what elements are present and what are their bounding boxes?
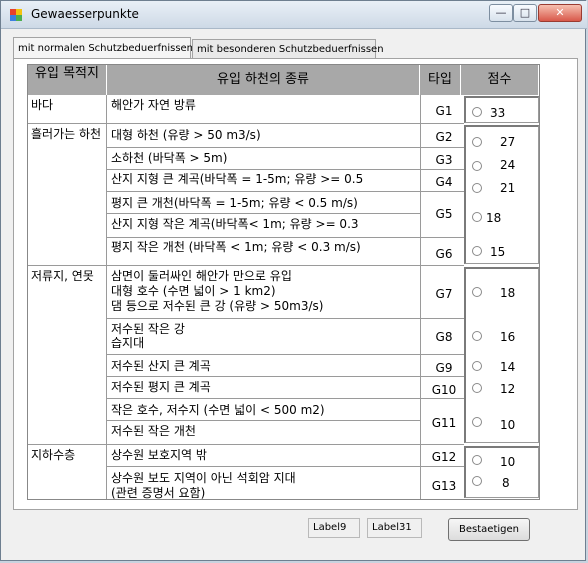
type-code: G5 [435,207,453,221]
type-code: G6 [435,247,453,261]
minimize-button[interactable]: — [489,4,513,22]
row-desc-g1: 해안가 자연 방류 [111,98,196,112]
score-radio-24[interactable] [472,161,482,171]
type-code: G11 [431,416,457,430]
row-divider [106,376,464,377]
row-divider [106,213,420,214]
score-value: 8 [502,476,510,490]
type-code: G7 [435,287,453,301]
row-desc-g11a: 작은 호수, 저수지 (수면 넓이 < 500 m2) [111,403,325,417]
score-radio-10b[interactable] [472,455,482,465]
category-divider [106,95,107,499]
row-desc-g9: 저수된 산지 큰 계곡 [111,359,211,373]
type-code: G3 [435,153,453,167]
close-icon: ✕ [555,6,565,19]
score-value: 21 [500,181,516,195]
score-value: 16 [500,330,516,344]
app-icon [10,9,22,21]
label31: Label31 [367,518,422,538]
row-divider [106,147,464,148]
score-value: 12 [500,382,516,396]
row-divider [106,318,464,319]
row-divider [28,265,464,266]
score-value: 27 [500,135,516,149]
row-desc-g8-line2: 습지대 [111,336,145,350]
confirm-button[interactable]: Bestaetigen [448,518,530,541]
score-value: 10 [500,455,516,469]
type-code: G10 [431,383,457,397]
score-radio-16[interactable] [472,331,482,341]
row-desc-g10: 저수된 평지 큰 계곡 [111,380,211,394]
row-desc-g3: 소하천 (바닥폭 > 5m) [111,151,228,165]
row-desc-g12: 상수원 보호지역 밖 [111,448,207,462]
score-value: 15 [490,245,506,259]
tab-normal-needs[interactable]: mit normalen Schutzbeduerfnissen [13,37,193,59]
row-divider [28,444,464,445]
score-radio-12[interactable] [472,383,482,393]
score-value: 18 [500,286,516,300]
score-value: 18 [486,211,502,225]
row-desc-g5b: 산지 지형 작은 계곡(바닥폭< 1m; 유량 >= 0.3 [111,217,359,231]
type-code: G13 [431,479,457,493]
row-desc-g7-line3: 댐 등으로 저수된 큰 강 (유량 > 50m3/s) [111,299,324,313]
header-score: 점수 [461,65,539,95]
main-window: Gewaesserpunkte — □ ✕ mit normalen Schut… [0,0,587,561]
water-points-table: 유입 목적지 유입 하천의 종류 타입 점수 바다 흘러가는 하천 저류지, 연… [27,64,540,500]
score-value: 10 [500,418,516,432]
maximize-button[interactable]: □ [513,4,537,22]
row-divider [106,466,464,467]
window-title: Gewaesserpunkte [31,7,139,21]
row-desc-g4: 산지 지형 큰 계곡(바닥폭 = 1-5m; 유량 >= 0.5 [111,172,364,186]
category-groundwater: 지하수층 [31,448,76,462]
row-desc-g8-line1: 저수된 작은 강 [111,322,185,336]
row-divider [106,354,464,355]
row-divider [106,398,464,399]
type-code: G1 [435,104,453,118]
row-divider [28,123,464,124]
score-radio-8[interactable] [472,476,482,486]
row-divider [106,169,464,170]
category-flowing-stream: 흘러가는 하천 [31,127,102,141]
tab-special-needs[interactable]: mit besonderen Schutzbeduerfnissen [192,39,384,59]
type-code: G9 [435,361,453,375]
score-radio-10[interactable] [472,417,482,427]
row-desc-g13-line1: 상수원 보도 지역이 아닌 석회암 지대 [111,471,296,485]
header-stream-type: 유입 하천의 종류 [107,65,420,95]
row-desc-g6: 평지 작은 개천 (바닥폭 < 1m; 유량 < 0.3 m/s) [111,240,361,254]
score-radio-27[interactable] [472,137,482,147]
row-desc-g5a: 평지 큰 개천(바닥폭 = 1-5m; 유량 < 0.5 m/s) [111,196,358,210]
row-divider [106,237,464,238]
row-desc-g11b: 저수된 작은 개천 [111,424,196,438]
row-desc-g7-line1: 삼면이 둘러싸인 해안가 만으로 유입 [111,269,292,283]
maximize-icon: □ [519,6,531,19]
type-code: G2 [435,130,453,144]
minimize-icon: — [495,6,507,19]
type-code: G8 [435,330,453,344]
category-sea: 바다 [31,98,54,112]
score-radio-18b[interactable] [472,287,482,297]
row-desc-g7-line2: 대형 호수 (수면 넓이 > 1 km2) [111,284,276,298]
type-code: G4 [435,175,453,189]
row-desc-g13-line2: (관련 증명서 요함) [111,486,206,500]
score-value: 33 [490,106,506,120]
header-destination: 유입 목적지 [28,65,107,95]
title-bar[interactable]: Gewaesserpunkte — □ ✕ [1,1,587,29]
row-divider [106,191,464,192]
score-radio-21[interactable] [472,183,482,193]
score-radio-18[interactable] [472,212,482,222]
score-value: 24 [500,158,516,172]
score-group-groundwater [464,446,539,498]
close-button[interactable]: ✕ [538,4,582,22]
score-radio-15[interactable] [472,246,482,256]
row-desc-g2: 대형 하천 (유량 > 50 m3/s) [111,128,261,142]
score-radio-14[interactable] [472,361,482,371]
label9: Label9 [308,518,360,538]
score-value: 14 [500,360,516,374]
type-code: G12 [431,450,457,464]
header-type: 타입 [420,65,461,95]
score-radio-33[interactable] [472,107,482,117]
row-divider [106,420,420,421]
category-reservoir: 저류지, 연못 [31,269,94,283]
